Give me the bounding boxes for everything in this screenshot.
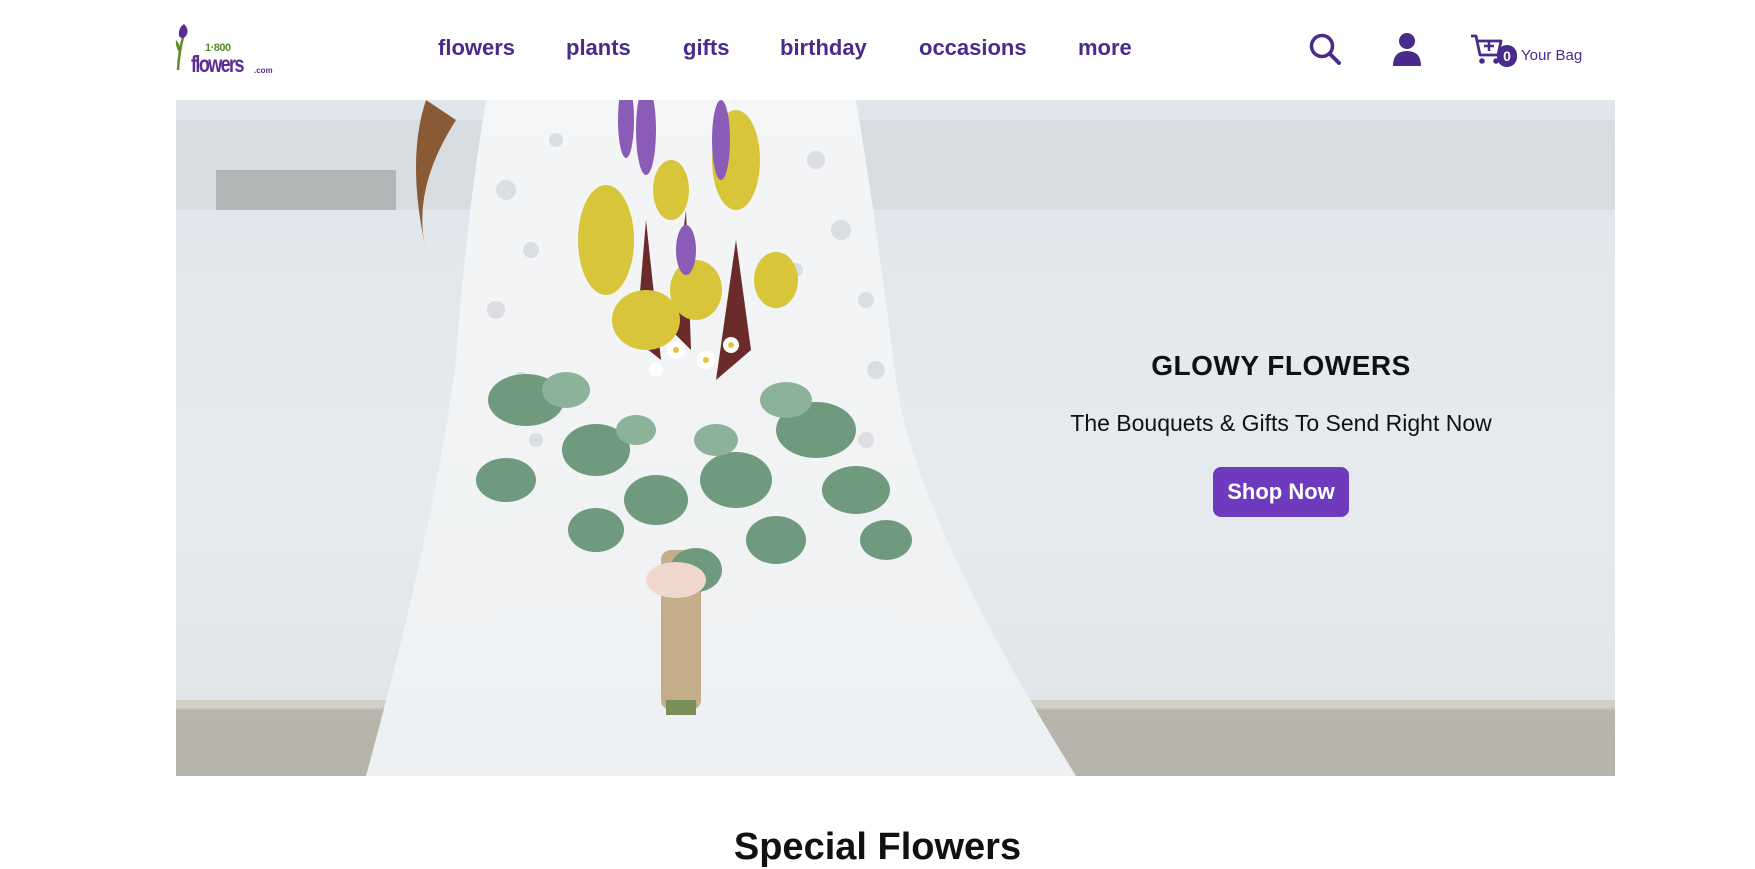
shop-now-button[interactable]: Shop Now [1213,467,1349,517]
logo-wordmark: flowers [191,51,244,77]
hero-title: GLOWY FLOWERS [1151,350,1411,381]
nav-occasions[interactable]: occasions [919,35,1027,61]
nav-birthday[interactable]: birthday [780,35,867,61]
cart-count-badge: 0 [1497,45,1517,67]
nav-flowers[interactable]: flowers [438,35,515,61]
site-header: 1·800 flowers .com flowers plants gifts … [0,0,1755,100]
site-logo[interactable]: 1·800 flowers .com [174,22,273,78]
nav-gifts[interactable]: gifts [683,35,729,61]
hero-overlay: GLOWY FLOWERS The Bouquets & Gifts To Se… [1066,350,1496,517]
hero-banner[interactable]: GLOWY FLOWERS The Bouquets & Gifts To Se… [176,100,1615,776]
search-icon[interactable] [1308,32,1342,71]
hero-subtitle: The Bouquets & Gifts To Send Right Now [1070,410,1492,436]
logo-suffix: .com [254,66,273,75]
nav-more[interactable]: more [1078,35,1132,61]
bag-label[interactable]: Your Bag [1521,47,1582,64]
user-icon[interactable] [1392,32,1422,71]
nav-plants[interactable]: plants [566,35,631,61]
